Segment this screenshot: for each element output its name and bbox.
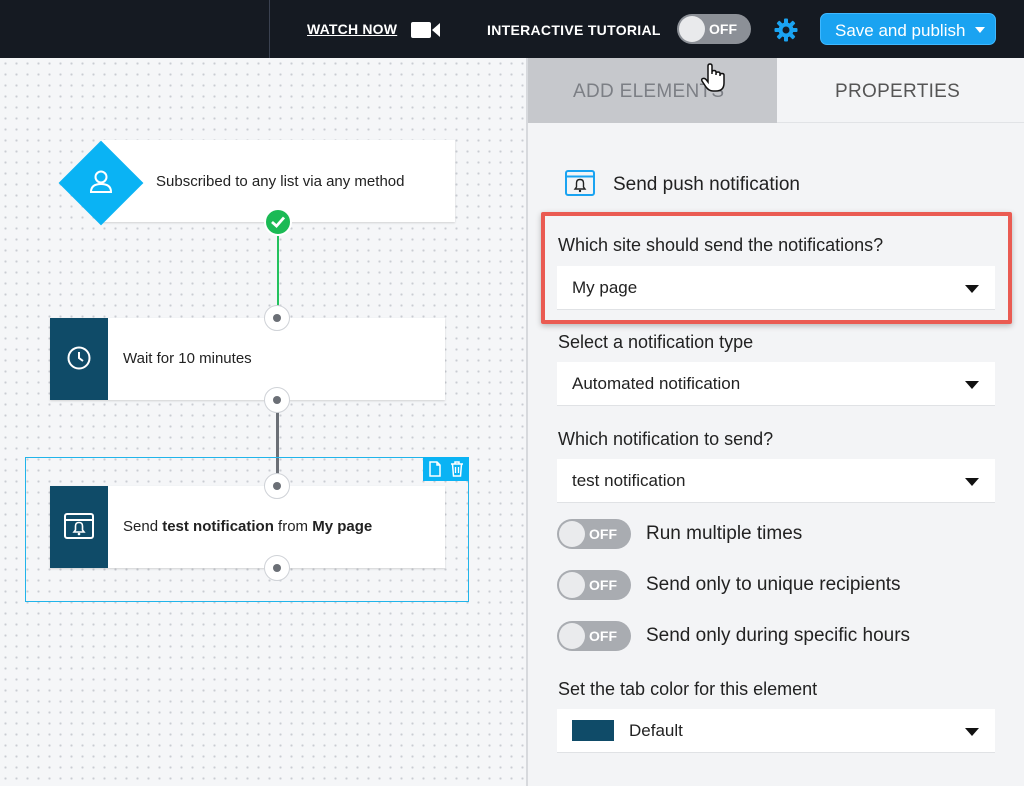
wait-text: Wait for 10 minutes [123, 350, 252, 367]
chevron-down-icon [965, 478, 979, 486]
toggle-knob [559, 623, 585, 649]
push-notification-icon [565, 170, 595, 196]
specific-hours-toggle[interactable]: OFF [557, 621, 631, 651]
trash-icon[interactable] [450, 461, 464, 477]
chevron-down-icon [965, 381, 979, 389]
tab-add-elements[interactable]: ADD ELEMENTS [528, 58, 777, 123]
run-multiple-toggle[interactable]: OFF [557, 519, 631, 549]
tab-underline [777, 122, 1024, 123]
save-and-publish-button[interactable]: Save and publish [820, 13, 996, 45]
which-notification-value: test notification [572, 471, 686, 490]
color-swatch [572, 720, 614, 741]
toggle-knob [559, 572, 585, 598]
chevron-down-icon [975, 27, 985, 33]
tutorial-toggle[interactable]: OFF [677, 14, 751, 44]
notification-type-value: Automated notification [572, 374, 741, 393]
trigger-text: Subscribed to any list via any method [156, 173, 405, 190]
check-icon [264, 208, 292, 236]
chevron-down-icon [965, 728, 979, 736]
which-notification-label: Which notification to send? [558, 429, 774, 449]
connection-port[interactable] [264, 387, 290, 413]
connector-line [277, 236, 279, 306]
tab-properties-label: PROPERTIES [835, 81, 961, 102]
notification-type-label: Select a notification type [558, 332, 754, 352]
hand-cursor-icon [700, 63, 725, 92]
toggle-state: OFF [589, 628, 617, 644]
tab-color-label: Set the tab color for this element [558, 679, 818, 699]
topbar-divider [269, 0, 270, 58]
video-camera-icon[interactable] [411, 20, 441, 40]
notification-type-select[interactable]: Automated notification [557, 362, 995, 406]
gear-icon[interactable] [774, 18, 798, 42]
panel-title: Send push notification [613, 174, 800, 195]
toggle-state: OFF [589, 577, 617, 593]
run-multiple-label: Run multiple times [646, 523, 803, 544]
specific-hours-label: Send only during specific hours [646, 625, 911, 646]
user-icon [89, 170, 113, 193]
document-icon[interactable] [428, 461, 442, 477]
tab-color-select[interactable]: Default [557, 709, 995, 753]
interactive-tutorial-label: INTERACTIVE TUTORIAL [487, 22, 661, 38]
highlight-box [541, 212, 1012, 324]
toggle-knob [679, 16, 705, 42]
publish-label: Save and publish [835, 21, 966, 40]
toggle-state: OFF [589, 526, 617, 542]
tab-color-value: Default [629, 721, 683, 740]
which-notification-select[interactable]: test notification [557, 459, 995, 503]
toggle-knob [559, 521, 585, 547]
wait-node[interactable]: Wait for 10 minutes [50, 318, 445, 400]
selection-frame [25, 457, 469, 602]
toggle-state: OFF [709, 21, 737, 37]
watch-now-link[interactable]: WATCH NOW [307, 21, 397, 37]
unique-recipients-toggle[interactable]: OFF [557, 570, 631, 600]
step-tab [50, 318, 108, 400]
unique-recipients-label: Send only to unique recipients [646, 574, 901, 595]
selection-toolbar [423, 457, 469, 481]
properties-panel [528, 58, 1024, 786]
connection-port[interactable] [264, 305, 290, 331]
clock-icon [67, 346, 91, 370]
